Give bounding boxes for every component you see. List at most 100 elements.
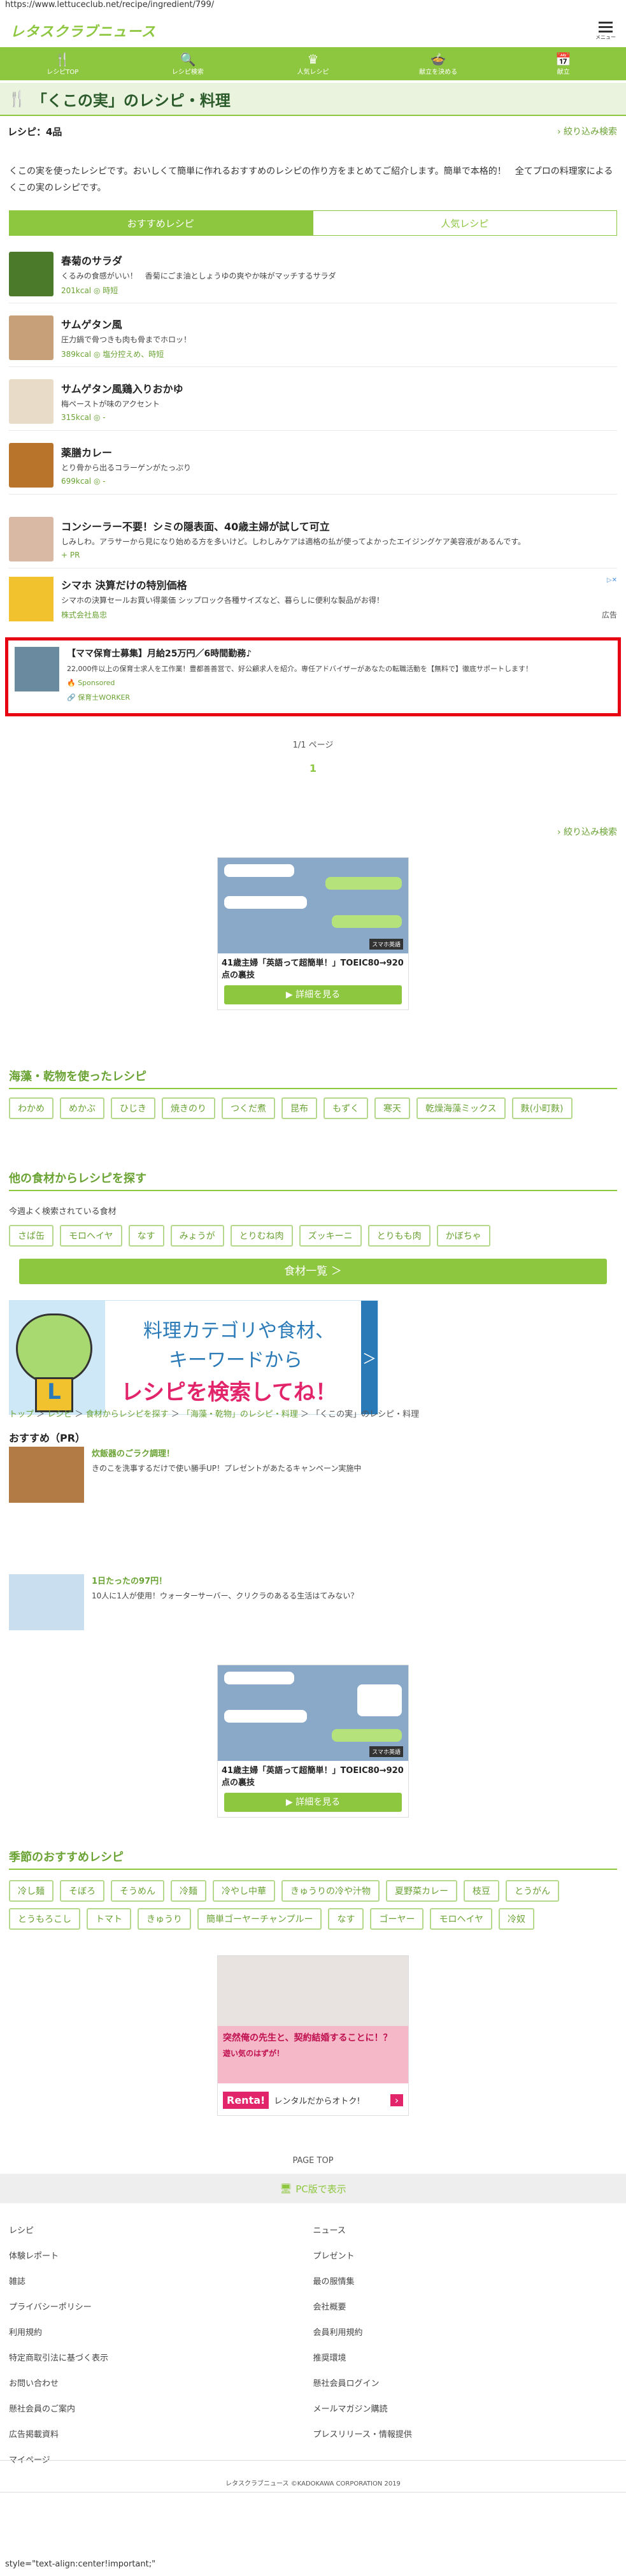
ingredient-chip[interactable]: もずく — [324, 1097, 368, 1119]
season-chip[interactable]: 枝豆 — [464, 1880, 499, 1902]
nav-kondate[interactable]: 📅 献立 — [501, 47, 626, 80]
ingredient-chip[interactable]: 寒天 — [374, 1097, 410, 1119]
ingredient-chip[interactable]: 昆布 — [281, 1097, 317, 1119]
ingredient-chip[interactable]: さば缶 — [9, 1225, 53, 1247]
footer-link[interactable]: プライバシーポリシー — [9, 2293, 313, 2319]
footer-link[interactable]: レシピ — [9, 2217, 313, 2242]
menu-button[interactable]: メニュー — [595, 20, 616, 41]
season-chip[interactable]: 冷やし中華 — [213, 1880, 275, 1902]
ingredient-chip[interactable]: とりもも肉 — [367, 1225, 430, 1247]
monitor-icon: 🖥 — [280, 2183, 292, 2194]
display-ad[interactable]: シマホ 決算だけの特別価格 シマホの決算セールお買い得薬価 シップロック各種サイ… — [9, 577, 617, 628]
manga-ad[interactable]: 突然俺の先生と、契約結婚することに！？ 遊い気のはずが！ Renta! レンタル… — [217, 1955, 409, 2116]
breadcrumb-link[interactable]: トップ — [9, 1410, 34, 1419]
ingredient-chip[interactable]: みょうが — [170, 1225, 224, 1247]
recipe-desc: くるみの食感がいい！ 香菊にごま油としょうゆの爽やか味がマッチするサラダ — [61, 271, 336, 280]
ingredient-chip[interactable]: かぼちゃ — [436, 1225, 490, 1247]
pr-item[interactable]: 1日たったの97円！ 10人に1人が使用！ウォーターサーバー、クリクラのあるる生活… — [9, 1574, 617, 1632]
filter-label: 絞り込み検索 — [564, 127, 617, 137]
footer-link[interactable]: お問い合わせ — [9, 2370, 313, 2395]
season-chip[interactable]: モロヘイヤ — [430, 1908, 493, 1930]
footer-link[interactable]: 雑誌 — [9, 2268, 313, 2293]
footer-link[interactable]: 特定商取引法に基づく表示 — [9, 2344, 313, 2370]
season-chip[interactable]: 夏野菜カレー — [386, 1880, 457, 1902]
footer-link[interactable]: 最の服情集 — [313, 2268, 618, 2293]
season-chip[interactable]: 冷麺 — [171, 1880, 206, 1902]
ingredient-chip[interactable]: モロヘイヤ — [60, 1225, 122, 1247]
breadcrumb-link[interactable]: 食材からレシピを探す — [86, 1410, 169, 1419]
season-chip[interactable]: ゴーヤー — [370, 1908, 424, 1930]
nav-popular[interactable]: ♛ 人気レシピ — [250, 47, 376, 80]
breadcrumb-link[interactable]: 「海藻・乾物」のレシピ・料理 — [182, 1410, 298, 1419]
footer-link[interactable]: 体験レポート — [9, 2242, 313, 2268]
season-chip[interactable]: なす — [328, 1908, 364, 1930]
ingredient-chip[interactable]: とりむね肉 — [230, 1225, 293, 1247]
season-chip[interactable]: きゅうり — [138, 1908, 191, 1930]
season-chip[interactable]: 簡単ゴーヤーチャンプルー — [197, 1908, 322, 1930]
ad-item[interactable]: コンシーラー不要！シミの隠表面、40歳主婦が試して可立 しみしわ。アラサーから見に… — [9, 510, 617, 568]
season-chip[interactable]: トマト — [87, 1908, 131, 1930]
sponsored-ad-highlight[interactable]: 【ママ保育士募集】月給25万円／6時間勤務♪ 22,000件以上の保育士求人を工… — [5, 637, 621, 716]
recipe-item[interactable]: 薬膳カレー とり骨から出るコラーゲンがたっぷり 699kcal ◎ - — [9, 436, 617, 495]
ingredient-chip[interactable]: ひじき — [111, 1097, 155, 1119]
footer-link[interactable]: ニュース — [313, 2217, 618, 2242]
recipe-item[interactable]: 春菊のサラダ くるみの食感がいい！ 香菊にごま油としょうゆの爽やか味がマッチするサ… — [9, 245, 617, 303]
season-chip[interactable]: きゅうりの冷や汁物 — [281, 1880, 380, 1902]
page-top-link[interactable]: PAGE TOP — [0, 2156, 626, 2166]
ingredient-chip[interactable]: めかぶ — [60, 1097, 104, 1119]
nav-kondate-decide[interactable]: 🍲 献立を決める — [376, 47, 501, 80]
season-chip[interactable]: そうめん — [111, 1880, 164, 1902]
breadcrumb-link[interactable]: レシピ — [47, 1410, 72, 1419]
footer-link[interactable]: プレゼント — [313, 2242, 618, 2268]
recipe-meta: 201kcal ◎ 時短 — [61, 286, 118, 295]
tab-recommended[interactable]: おすすめレシピ — [9, 210, 313, 236]
footer-link[interactable]: マイページ — [9, 2446, 313, 2471]
ingredient-chip[interactable]: わかめ — [9, 1097, 53, 1119]
ingredient-chip[interactable]: なす — [128, 1225, 164, 1247]
sponsored-advertiser: 保育士WORKER — [78, 693, 131, 702]
filter-search-link-bottom[interactable]: › 絞り込み検索 — [557, 825, 617, 838]
ingredient-chip[interactable]: 焼きのり — [162, 1097, 215, 1119]
line-ad[interactable]: スマホ英語 41歳主婦「英語って超簡単！」TOEIC80→920点の裏技 ▶ 詳… — [217, 1665, 409, 1818]
nav-recipe-search[interactable]: 🔍 レシピ検索 — [125, 47, 251, 80]
ingredient-chip[interactable]: ズッキーニ — [299, 1225, 362, 1247]
tab-popular[interactable]: 人気レシピ — [312, 210, 617, 236]
line-ad[interactable]: スマホ英語 41歳主婦「英語って超簡単！」TOEIC80→920点の裏技 ▶ 詳… — [217, 857, 409, 1010]
footer-link[interactable]: 会社概要 — [313, 2293, 618, 2319]
recipe-item[interactable]: サムゲタン風鶏入りおかゆ 梅ペーストが味のアクセント 315kcal ◎ - — [9, 372, 617, 431]
ingredient-chip[interactable]: 乾燥海藻ミックス — [416, 1097, 506, 1119]
season-chip[interactable]: そぼろ — [60, 1880, 104, 1902]
recipe-meta: 699kcal ◎ - — [61, 477, 106, 486]
footer-link[interactable]: 推奨環境 — [313, 2344, 618, 2370]
season-chip[interactable]: とうもろこし — [9, 1908, 80, 1930]
details-button[interactable]: ▶ 詳細を見る — [224, 985, 402, 1004]
pager-current[interactable]: 1 — [0, 762, 626, 774]
nav-recipe-top[interactable]: 🍴 レシピTOP — [0, 47, 125, 80]
ad-brand: スマホ英語 — [369, 939, 403, 950]
page-title: 「くこの実」のレシピ・料理 — [31, 91, 231, 110]
season-chip[interactable]: 冷し麺 — [9, 1880, 53, 1902]
footer-link[interactable]: 懸社会員のご案内 — [9, 2395, 313, 2420]
footer-link[interactable]: 広告掲載資料 — [9, 2420, 313, 2446]
section-heading-season: 季節のおすすめレシピ — [9, 1848, 617, 1870]
filter-search-link[interactable]: › 絞り込み検索 — [557, 125, 617, 138]
pr-item[interactable]: 炊飯器のごラク調理！ きのこを洗事するだけで使い勝手UP！プレゼントがあたるキャン… — [9, 1447, 617, 1504]
season-chip[interactable]: とうがん — [506, 1880, 559, 1902]
bear-sticker-icon — [357, 1684, 402, 1716]
recipe-item[interactable]: サムゲタン風 圧力鍋で骨つきも肉も骨までホロッ！ 389kcal ◎ 塩分控えめ、時… — [9, 308, 617, 367]
footer-link[interactable]: 利用規約 — [9, 2319, 313, 2344]
site-logo[interactable]: レタスクラブニュース — [10, 20, 156, 41]
chat-image: スマホ英語 — [218, 858, 408, 953]
season-chip[interactable]: 冷奴 — [499, 1908, 535, 1930]
ingredient-chip[interactable]: 麩(小町麩) — [511, 1097, 573, 1119]
details-button[interactable]: ▶ 詳細を見る — [224, 1793, 402, 1812]
footer-link[interactable]: 会員利用規約 — [313, 2319, 618, 2344]
pc-view-button[interactable]: 🖥 PC版で表示 — [0, 2174, 626, 2203]
ingredient-chip[interactable]: つくだ煮 — [222, 1097, 275, 1119]
footer-link[interactable]: プレスリリース・情報提供 — [313, 2420, 618, 2446]
ingredient-list-button[interactable]: 食材一覧 ＞ — [19, 1259, 607, 1284]
footer-link[interactable]: メールマガジン購読 — [313, 2395, 618, 2420]
recipe-search-banner[interactable]: L 料理カテゴリや食材、 キーワードから レシピを検索してね！ ＞ — [9, 1300, 378, 1415]
adchoices-icon[interactable]: ▷✕ — [607, 577, 617, 584]
footer-link[interactable]: 懸社会員ログイン — [313, 2370, 618, 2395]
